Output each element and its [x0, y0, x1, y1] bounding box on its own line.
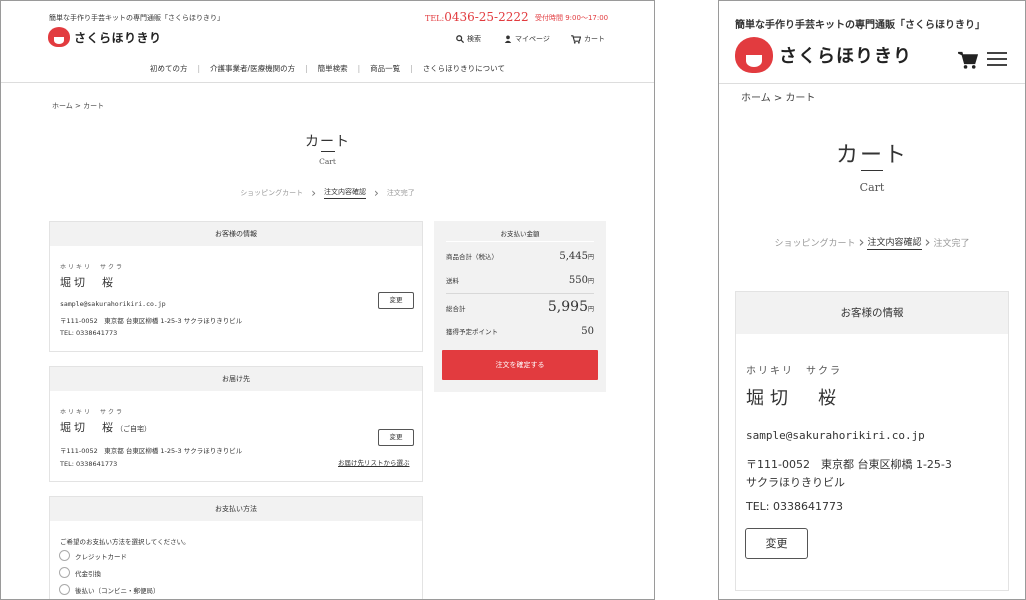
payment-option-credit-card[interactable]: クレジットカード: [59, 550, 127, 561]
site-tagline: 簡単な手作り手芸キットの専門通販「さくらほりきり」: [735, 20, 985, 31]
checkout-steps: ショッピングカート › 注文内容確認 › 注文完了: [1, 186, 654, 200]
search-icon: [456, 35, 464, 43]
payment-summary-heading: お支払い金額: [500, 230, 540, 238]
customer-address-line2: サクラほりきりビル: [746, 476, 845, 489]
payment-option-cod[interactable]: 代金引換: [59, 567, 101, 578]
chevron-right-icon: ›: [374, 186, 379, 200]
cart-link[interactable]: カート: [571, 34, 605, 44]
subtotal-row: 商品合計（税込） 5,445円: [446, 251, 594, 262]
customer-email: sample@sakurahorikiri.co.jp: [60, 300, 166, 308]
customer-info-card: お客様の情報 ホリキリ サクラ 堀切 桜 sample@sakurahoriki…: [49, 221, 423, 352]
delivery-address: 〒111-0052 東京都 台東区柳橋 1-25-3 サクラほりきりビル: [60, 447, 243, 455]
delivery-heading: お届け先: [50, 367, 422, 391]
delivery-list-link[interactable]: お届け先リストから選ぶ: [338, 457, 410, 467]
customer-tel: TEL: 0338641773: [60, 329, 118, 337]
payment-method-heading: お支払い方法: [50, 497, 422, 521]
desktop-view: 簡単な手作り手芸キットの専門通販「さくらほりきり」 さくらほりきり TEL:04…: [0, 0, 655, 600]
business-hours: 受付時間 9:00～17:00: [535, 14, 609, 22]
breadcrumb[interactable]: ホーム > カート: [741, 89, 815, 104]
main-nav: 初めての方 | 介護事業者/医療機関の方 | 簡単検索 | 商品一覧 | さくらほりきり…: [1, 55, 654, 83]
cart-icon[interactable]: [957, 51, 979, 73]
logo-text: さくらほりきり: [74, 30, 162, 45]
title-underline: [861, 170, 883, 171]
page-subtitle: Cart: [859, 181, 885, 194]
logo-text: さくらほりきり: [779, 46, 912, 67]
delivery-card: お届け先 ホリキリ サクラ 堀切 桜（ご自宅） 〒111-0052 東京都 台東…: [49, 366, 423, 482]
radio-icon[interactable]: [59, 550, 70, 561]
nav-item-easy-search[interactable]: 簡単検索: [308, 63, 358, 74]
payment-method-prompt: ご希望のお支払い方法を選択してください。: [60, 538, 190, 546]
radio-icon[interactable]: [59, 584, 70, 595]
search-link[interactable]: 検索: [456, 34, 481, 44]
chevron-right-icon: ›: [311, 186, 316, 200]
customer-kana: ホリキリ サクラ: [60, 264, 125, 271]
customer-change-button[interactable]: 変更: [378, 292, 414, 309]
customer-tel: TEL: 0338641773: [746, 500, 843, 513]
customer-email: sample@sakurahorikiri.co.jp: [746, 429, 925, 442]
customer-change-button[interactable]: 変更: [745, 528, 808, 559]
title-underline: [321, 151, 335, 152]
page-title: カート: [835, 143, 908, 168]
page-subtitle: Cart: [319, 157, 336, 166]
nav-item-product-list[interactable]: 商品一覧: [360, 63, 410, 74]
hamburger-menu-icon[interactable]: [987, 52, 1007, 67]
page-title: カート: [305, 134, 350, 150]
payment-option-deferred[interactable]: 後払い（コンビニ・郵便局）: [59, 584, 160, 595]
nav-item-about[interactable]: さくらほりきりについて: [413, 63, 515, 74]
site-logo[interactable]: さくらほりきり: [735, 37, 912, 73]
confirm-order-button[interactable]: 注文を確定する: [442, 350, 598, 380]
customer-name: 堀切 桜: [746, 388, 842, 409]
delivery-change-button[interactable]: 変更: [378, 429, 414, 446]
points-row: 獲得予定ポイント 50: [446, 326, 594, 337]
radio-icon[interactable]: [59, 567, 70, 578]
customer-info-heading: お客様の情報: [736, 292, 1008, 334]
customer-address-line1: 〒111-0052 東京都 台東区柳橋 1-25-3: [746, 458, 952, 471]
total-row: 総合計 5,995円: [446, 299, 594, 315]
logo-icon: [735, 37, 773, 73]
site-tagline: 簡単な手作り手芸キットの専門通販「さくらほりきり」: [49, 14, 224, 22]
header-divider: [719, 83, 1025, 84]
mypage-link[interactable]: マイページ: [504, 34, 550, 44]
nav-item-beginners[interactable]: 初めての方: [140, 63, 198, 74]
customer-info-heading: お客様の情報: [50, 222, 422, 246]
delivery-kana: ホリキリ サクラ: [60, 409, 125, 416]
customer-info-card: お客様の情報 ホリキリ サクラ 堀切 桜 sample@sakurahoriki…: [735, 291, 1009, 591]
site-logo[interactable]: さくらほりきり: [48, 27, 162, 47]
customer-name: 堀切 桜: [60, 276, 116, 289]
step-cart: ショッピングカート: [240, 189, 304, 197]
step-confirm: 注文内容確認: [867, 235, 922, 250]
step-confirm: 注文内容確認: [324, 187, 366, 199]
chevron-right-icon: ›: [924, 233, 931, 251]
cart-icon: [571, 34, 581, 44]
step-complete: 注文完了: [386, 189, 415, 197]
phone-number: TEL:0436-25-2222: [425, 10, 529, 24]
customer-kana: ホリキリ サクラ: [746, 366, 842, 377]
step-cart: ショッピングカート: [774, 238, 856, 249]
mobile-view: 簡単な手作り手芸キットの専門通販「さくらほりきり」 さくらほりきり ホーム > …: [718, 0, 1026, 600]
logo-icon: [48, 27, 70, 47]
checkout-steps: ショッピングカート › 注文内容確認 › 注文完了: [719, 233, 1025, 251]
breadcrumb[interactable]: ホーム > カート: [52, 101, 104, 111]
nav-item-care-facilities[interactable]: 介護事業者/医療機関の方: [200, 63, 305, 74]
shipping-row: 送料 550円: [446, 275, 594, 286]
user-icon: [504, 35, 512, 43]
step-complete: 注文完了: [933, 238, 970, 249]
chevron-right-icon: ›: [858, 233, 865, 251]
delivery-name: 堀切 桜（ご自宅）: [60, 421, 151, 434]
customer-address: 〒111-0052 東京都 台東区柳橋 1-25-3 サクラほりきりビル: [60, 317, 243, 325]
delivery-tel: TEL: 0338641773: [60, 460, 118, 468]
